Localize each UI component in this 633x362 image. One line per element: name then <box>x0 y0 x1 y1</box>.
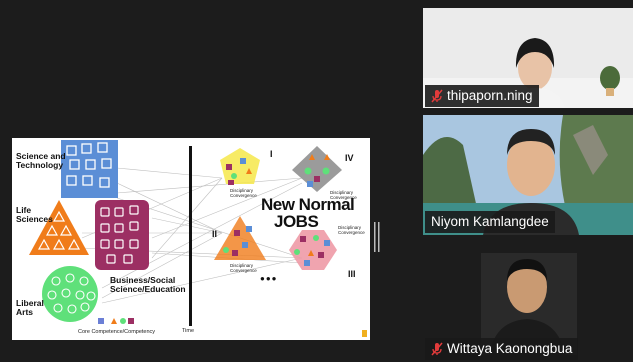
label-convergence-4: Disciplinary Convergence <box>330 190 357 200</box>
label-science-technology: Science and Technology <box>16 151 66 170</box>
label-roman-4: IV <box>345 153 354 163</box>
label-convergence-1: Disciplinary Convergence <box>230 188 257 198</box>
participant-name-3: Wittaya Kaonongbua <box>447 341 573 356</box>
label-business-social: Business/Social Science/Education <box>110 275 186 294</box>
label-roman-2: II <box>212 229 218 239</box>
label-roman-3: III <box>348 269 356 279</box>
participant-tile-1[interactable]: thipaporn.ning <box>423 8 633 108</box>
participant-tile-2[interactable]: Niyom Kamlangdee <box>423 115 633 235</box>
participant-name-bar-3: Wittaya Kaonongbua <box>425 338 579 360</box>
participant-name-2: Niyom Kamlangdee <box>431 214 549 229</box>
label-liberal-arts: Liberal Arts <box>16 298 44 317</box>
resize-handle[interactable] <box>374 222 380 252</box>
label-roman-1: I <box>270 149 273 159</box>
label-core-competence: Core Competence/Competency <box>78 329 156 335</box>
slide-diagram <box>29 140 367 337</box>
ellipsis-dots: ●●● <box>260 274 278 283</box>
muted-mic-icon <box>431 89 443 103</box>
participant-name-bar-1: thipaporn.ning <box>425 85 539 107</box>
label-convergence-3: Disciplinary Convergence <box>338 225 365 235</box>
participant-tile-3[interactable]: Wittaya Kaonongbua <box>423 241 633 362</box>
shared-screen: Science and Technology Life Sciences Lib… <box>12 138 370 340</box>
participant-name-1: thipaporn.ning <box>447 88 533 103</box>
label-life-sciences: Life Sciences <box>16 205 53 224</box>
label-convergence-2: Disciplinary Convergence <box>230 263 257 273</box>
muted-mic-icon <box>431 342 443 356</box>
participant-name-bar-2: Niyom Kamlangdee <box>425 211 555 233</box>
label-time: Time <box>182 328 195 334</box>
title-jobs: JOBS <box>274 212 319 231</box>
